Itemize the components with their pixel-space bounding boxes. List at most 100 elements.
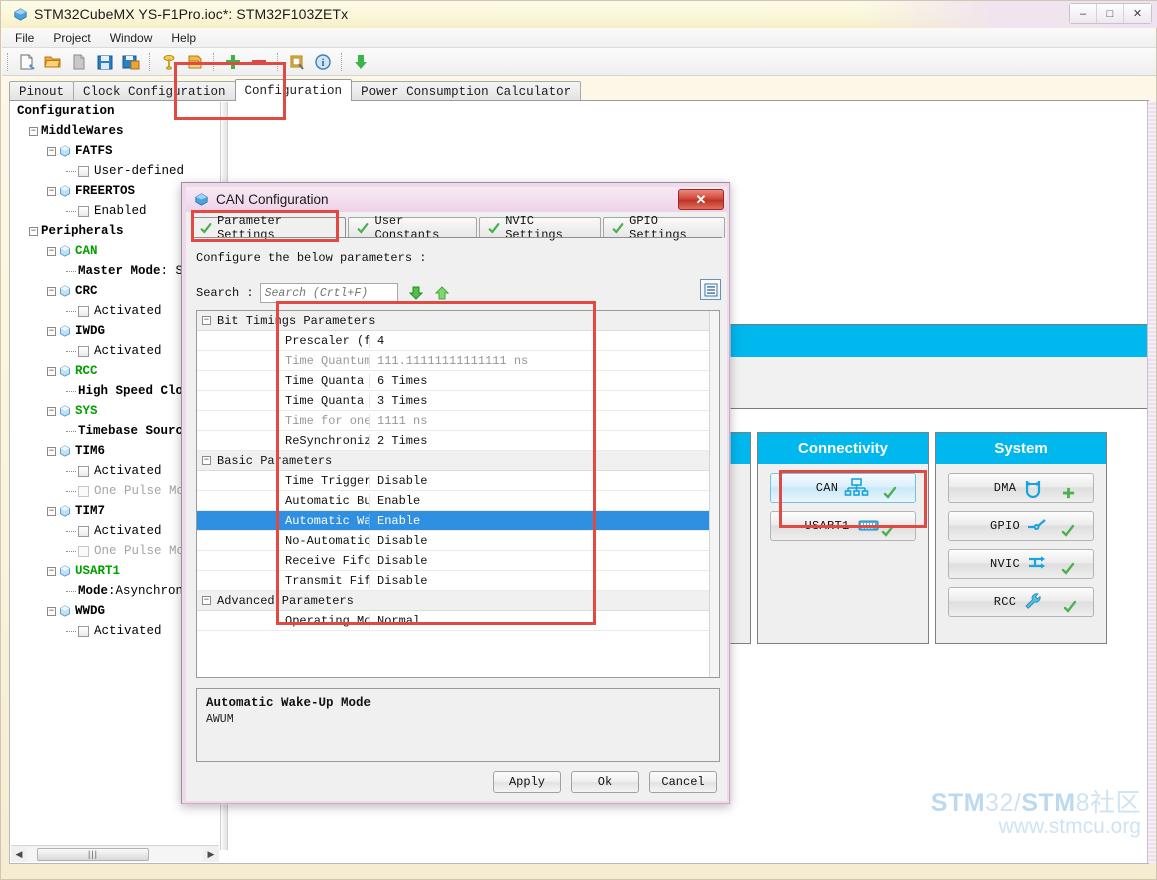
param-section-bit-timings[interactable]: − Bit Timings Parameters (197, 311, 719, 331)
tree-group-middlewares[interactable]: − MiddleWares (11, 121, 219, 141)
zoom-out-icon[interactable] (248, 51, 270, 73)
peripheral-button-dma[interactable]: DMA (948, 473, 1094, 503)
tab-power-consumption-calculator[interactable]: Power Consumption Calculator (351, 81, 582, 101)
tab-parameter-settings[interactable]: Parameter Settings (191, 214, 347, 242)
peripheral-button-usart1[interactable]: USART1 (770, 511, 916, 541)
menu-file[interactable]: File (12, 30, 37, 46)
param-value[interactable]: 3 Times (369, 393, 719, 408)
menu-project[interactable]: Project (50, 30, 93, 46)
arrow-up-icon[interactable] (434, 285, 450, 301)
generate-code-icon[interactable] (158, 51, 180, 73)
param-row-resync-jump-width[interactable]: ReSynchronization Jump W... 2 Times (197, 431, 719, 451)
param-value[interactable]: 6 Times (369, 373, 719, 388)
param-value[interactable]: Disable (369, 553, 719, 568)
checkbox-activated[interactable] (78, 305, 89, 317)
ok-button[interactable]: Ok (571, 771, 639, 793)
param-value[interactable]: Normal (369, 613, 719, 628)
collapse-icon[interactable]: − (202, 316, 211, 325)
collapse-icon[interactable]: − (47, 366, 56, 376)
collapse-icon[interactable]: − (202, 456, 211, 465)
collapse-icon[interactable]: − (47, 606, 56, 616)
maximize-button[interactable]: □ (1097, 4, 1124, 23)
param-row-prescaler[interactable]: Prescaler (for Time Quan... 4 (197, 331, 719, 351)
param-value[interactable]: Disable (369, 533, 719, 548)
collapse-icon[interactable]: − (47, 406, 56, 416)
save-icon[interactable] (94, 51, 116, 73)
tree-horizontal-scrollbar[interactable]: ◀ ||| ▶ (11, 845, 219, 862)
generate-report-icon[interactable] (184, 51, 206, 73)
param-value[interactable]: 4 (369, 333, 719, 348)
tab-user-constants[interactable]: User Constants (348, 214, 478, 242)
arrow-down-icon[interactable] (408, 285, 424, 301)
collapse-icon[interactable]: − (47, 446, 56, 456)
collapse-icon[interactable]: − (47, 246, 56, 256)
peripheral-button-rcc[interactable]: RCC (948, 587, 1094, 617)
collapse-icon[interactable]: − (47, 506, 56, 516)
param-row-transmit-fifo-priority[interactable]: Transmit Fifo Priority Disable (197, 571, 719, 591)
copy-icon[interactable] (68, 51, 90, 73)
checkbox-activated[interactable] (78, 465, 89, 477)
collapse-icon[interactable]: − (47, 186, 56, 196)
param-value[interactable]: Enable (369, 513, 719, 528)
main-vertical-scrollbar[interactable] (1147, 101, 1156, 863)
find-icon[interactable] (286, 51, 308, 73)
parameter-table-scrollbar[interactable] (709, 311, 719, 677)
open-project-icon[interactable] (42, 51, 64, 73)
param-row-receive-fifo-locked-mode[interactable]: Receive Fifo Locked Mode Disable (197, 551, 719, 571)
param-value[interactable]: Disable (369, 473, 719, 488)
close-button[interactable]: ✕ (1124, 4, 1151, 23)
param-row-operating-mode[interactable]: Operating Mode Normal (197, 611, 719, 631)
tab-clock-configuration[interactable]: Clock Configuration (73, 81, 236, 101)
param-row-automatic-wake-up-mode[interactable]: Automatic Wake-Up Mode Enable (197, 511, 719, 531)
collapse-icon[interactable]: − (29, 226, 38, 236)
collapse-icon[interactable]: − (29, 126, 38, 136)
search-input[interactable] (259, 283, 398, 303)
checkbox-activated[interactable] (78, 525, 89, 537)
new-project-icon[interactable] (16, 51, 38, 73)
peripheral-button-can[interactable]: CAN (770, 473, 916, 503)
minimize-button[interactable]: – (1070, 4, 1097, 23)
dialog-close-button[interactable]: ✕ (678, 189, 724, 210)
menu-window[interactable]: Window (107, 30, 156, 46)
param-value[interactable]: Disable (369, 573, 719, 588)
tab-configuration[interactable]: Configuration (234, 79, 353, 101)
apply-button[interactable]: Apply (493, 771, 561, 793)
collapse-icon[interactable]: − (47, 146, 56, 156)
scrollbar-thumb[interactable]: ||| (37, 847, 149, 861)
checkbox-user-defined[interactable] (78, 165, 89, 177)
checkbox-activated[interactable] (78, 345, 89, 357)
param-row-no-automatic-retransmission[interactable]: No-Automatic Retransmission Disable (197, 531, 719, 551)
checkbox-activated[interactable] (78, 625, 89, 637)
param-section-advanced[interactable]: − Advanced Parameters (197, 591, 719, 611)
collapse-icon[interactable]: − (47, 566, 56, 576)
about-icon[interactable]: i (312, 51, 334, 73)
param-row-time-triggered-communication[interactable]: Time Triggered Communica... Disable (197, 471, 719, 491)
zoom-in-icon[interactable] (222, 51, 244, 73)
param-value[interactable]: Enable (369, 493, 719, 508)
tab-nvic-settings[interactable]: NVIC Settings (479, 214, 602, 242)
scrollbar-track[interactable]: ||| (27, 846, 203, 862)
save-as-icon[interactable] (120, 51, 142, 73)
list-view-icon[interactable] (700, 279, 721, 300)
peripheral-button-nvic[interactable]: NVIC (948, 549, 1094, 579)
param-section-basic[interactable]: − Basic Parameters (197, 451, 719, 471)
param-value[interactable]: 2 Times (369, 433, 719, 448)
collapse-icon[interactable]: − (202, 596, 211, 605)
tab-pinout[interactable]: Pinout (9, 81, 75, 101)
scroll-left-arrow[interactable]: ◀ (11, 847, 27, 862)
tab-gpio-settings[interactable]: GPIO Settings (603, 214, 725, 242)
sidebar-item-fatfs[interactable]: − FATFS (11, 141, 219, 161)
param-row-automatic-bus-off-management[interactable]: Automatic Bus-Off Manage... Enable (197, 491, 719, 511)
cancel-button[interactable]: Cancel (649, 771, 717, 793)
collapse-icon[interactable]: − (47, 286, 56, 296)
scroll-right-arrow[interactable]: ▶ (203, 847, 219, 862)
sidebar-subitem-user-defined[interactable]: User-defined (11, 161, 219, 181)
peripheral-button-gpio[interactable]: GPIO (948, 511, 1094, 541)
parameter-table[interactable]: − Bit Timings Parameters Prescaler (for … (196, 310, 720, 678)
collapse-icon[interactable]: − (47, 326, 56, 336)
menu-help[interactable]: Help (168, 30, 199, 46)
checkbox-enabled[interactable] (78, 205, 89, 217)
download-icon[interactable] (350, 51, 372, 73)
param-row-time-quanta-bs1[interactable]: Time Quanta in Bit Segme... 6 Times (197, 371, 719, 391)
param-row-time-quanta-bs2[interactable]: Time Quanta in Bit Segme... 3 Times (197, 391, 719, 411)
